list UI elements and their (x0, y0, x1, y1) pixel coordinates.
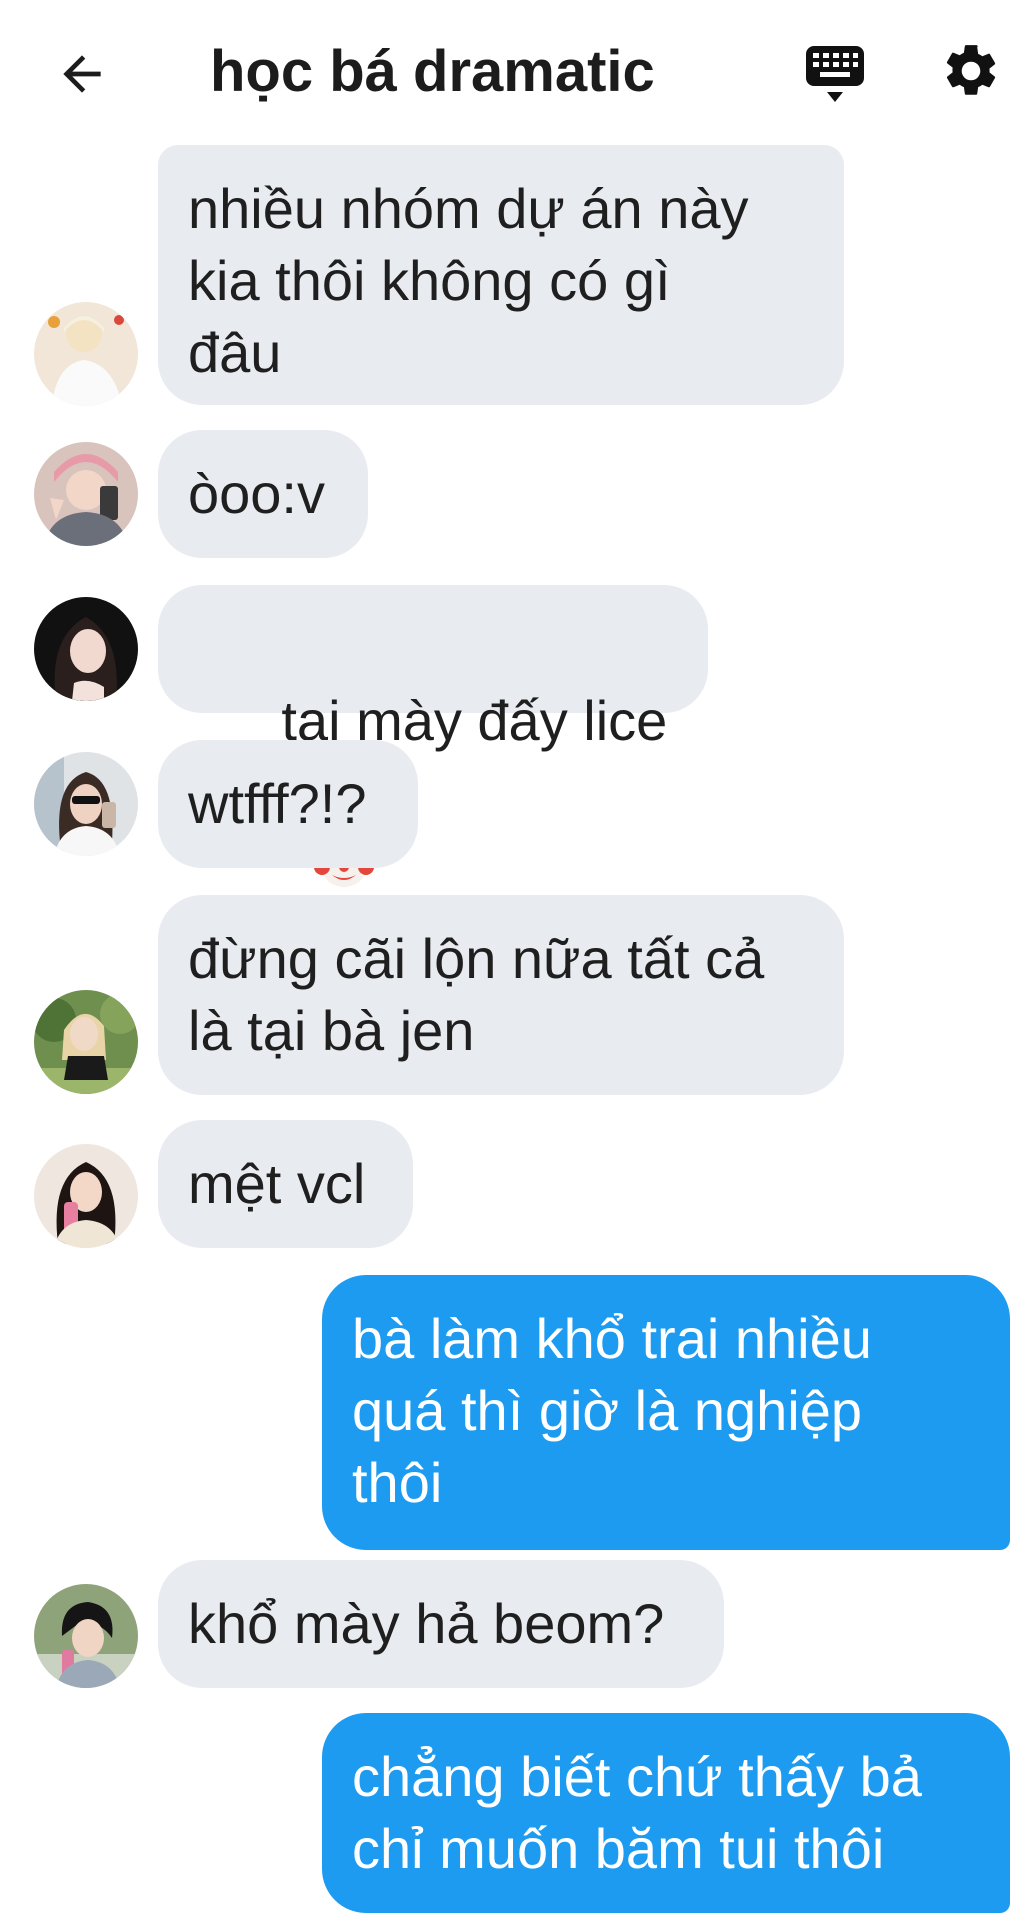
gear-icon (946, 45, 996, 95)
avatar[interactable] (34, 752, 138, 856)
keyboard-icon (806, 46, 864, 102)
avatar[interactable] (34, 597, 138, 701)
message-bubble[interactable]: wtfff?!? (158, 740, 418, 868)
keyboard-button[interactable] (800, 40, 870, 110)
message-bubble[interactable]: khổ mày hả beom? (158, 1560, 724, 1688)
avatar[interactable] (34, 990, 138, 1094)
message-bubble[interactable]: òoo:v (158, 430, 368, 558)
message-bubble[interactable]: tại mày đấy lice (158, 585, 708, 887)
message-bubble[interactable]: mệt vcl (158, 1120, 413, 1248)
back-button[interactable] (50, 42, 114, 106)
arrow-left-icon (63, 55, 101, 93)
message-bubble[interactable]: đừng cãi lộn nữa tất cả là tại bà jen (158, 895, 844, 1095)
message-bubble[interactable]: nhiều nhóm dự án này kia thôi không có g… (158, 145, 844, 405)
chat-header: học bá dramatic (0, 0, 1028, 145)
chat-title: học bá dramatic (210, 39, 655, 104)
message-bubble[interactable]: chẳng biết chứ thấy bả chỉ muốn băm tui … (322, 1713, 1010, 1913)
message-bubble[interactable]: bà làm khổ trai nhiều quá thì giờ là ngh… (322, 1275, 1010, 1550)
avatar[interactable] (34, 1144, 138, 1248)
avatar[interactable] (34, 1584, 138, 1688)
settings-button[interactable] (940, 40, 1010, 110)
avatar[interactable] (34, 442, 138, 546)
avatar[interactable] (34, 302, 138, 406)
message-list[interactable]: nhiều nhóm dự án này kia thôi không có g… (0, 145, 1028, 1920)
